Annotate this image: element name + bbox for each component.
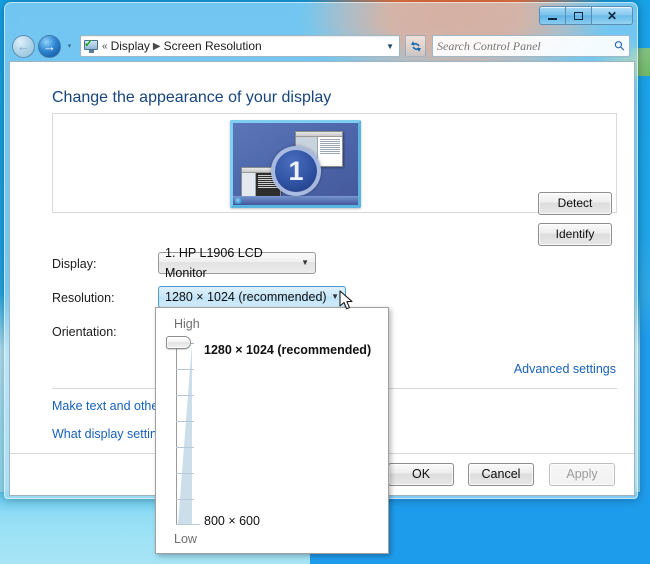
resolution-option-low[interactable]: 800 × 600 bbox=[204, 514, 260, 528]
navigation-bar: ← → ▾ ✓ « Display ▶ Screen Resolution ▼ … bbox=[5, 31, 639, 61]
slider-tick bbox=[176, 499, 194, 500]
display-label: Display: bbox=[52, 257, 97, 271]
slider-tick bbox=[176, 421, 194, 422]
slider-wedge-decoration bbox=[178, 343, 192, 524]
advanced-settings-link[interactable]: Advanced settings bbox=[514, 362, 616, 376]
search-box[interactable]: ⚲ bbox=[432, 35, 630, 57]
cancel-button[interactable]: Cancel bbox=[468, 463, 534, 486]
detect-button[interactable]: Detect bbox=[538, 192, 612, 215]
slider-tick bbox=[176, 473, 194, 474]
resolution-dropdown-popup[interactable]: High 1280 × 1024 (recommended) 800 × 600… bbox=[155, 307, 389, 554]
breadcrumb-item-display[interactable]: Display bbox=[111, 39, 150, 53]
back-button[interactable]: ← bbox=[12, 34, 35, 58]
address-bar[interactable]: ✓ « Display ▶ Screen Resolution ▼ bbox=[80, 35, 400, 57]
close-button[interactable]: ✕ bbox=[591, 6, 633, 25]
breadcrumb-item-screen-resolution[interactable]: Screen Resolution bbox=[164, 39, 262, 53]
page-title: Change the appearance of your display bbox=[52, 89, 332, 106]
orientation-label: Orientation: bbox=[52, 325, 117, 339]
monitor-preview[interactable]: 1 bbox=[230, 120, 361, 208]
forward-button[interactable]: → bbox=[38, 34, 61, 58]
display-monitor-icon: ✓ bbox=[84, 38, 99, 53]
desktop-background-right bbox=[640, 0, 650, 564]
window-controls: ✕ bbox=[539, 6, 633, 25]
display-select-value: 1. HP L1906 LCD Monitor bbox=[165, 246, 263, 280]
apply-button[interactable]: Apply bbox=[549, 463, 615, 486]
slider-thumb[interactable] bbox=[166, 336, 191, 349]
slider-tick bbox=[176, 524, 200, 525]
resolution-slider[interactable] bbox=[166, 336, 226, 528]
resolution-select-value: 1280 × 1024 (recommended) bbox=[165, 290, 327, 304]
display-preview-panel: 1 bbox=[52, 113, 617, 213]
refresh-glyph bbox=[410, 40, 421, 52]
chevron-down-icon: ▼ bbox=[331, 292, 339, 301]
start-orb-icon bbox=[235, 198, 242, 204]
maximize-button[interactable] bbox=[565, 6, 591, 25]
slider-low-label: Low bbox=[174, 532, 197, 546]
minimize-button[interactable] bbox=[539, 6, 565, 25]
recent-pages-dropdown-icon[interactable]: ▾ bbox=[63, 35, 76, 58]
display-select[interactable]: 1. HP L1906 LCD Monitor ▼ bbox=[158, 246, 316, 280]
monitor-number-badge: 1 bbox=[271, 146, 321, 196]
resolution-label: Resolution: bbox=[52, 291, 115, 305]
identify-button[interactable]: Identify bbox=[538, 223, 612, 246]
search-input[interactable] bbox=[437, 38, 616, 54]
chevron-down-icon: ▼ bbox=[301, 258, 309, 267]
slider-high-label: High bbox=[174, 317, 200, 331]
refresh-icon[interactable] bbox=[405, 35, 426, 57]
slider-tick bbox=[176, 395, 194, 396]
resolution-option-high[interactable]: 1280 × 1024 (recommended) bbox=[204, 343, 371, 357]
window-titlebar: ✕ bbox=[5, 3, 639, 31]
slider-tick bbox=[176, 447, 194, 448]
slider-track[interactable] bbox=[176, 338, 177, 524]
breadcrumb-separator-icon[interactable]: ▶ bbox=[153, 41, 161, 52]
slider-tick bbox=[176, 369, 194, 370]
breadcrumb-overflow[interactable]: « bbox=[102, 41, 108, 52]
resolution-select[interactable]: 1280 × 1024 (recommended) ▼ bbox=[158, 286, 346, 308]
ok-button[interactable]: OK bbox=[388, 463, 454, 486]
chevron-down-icon[interactable]: ▼ bbox=[386, 42, 396, 51]
